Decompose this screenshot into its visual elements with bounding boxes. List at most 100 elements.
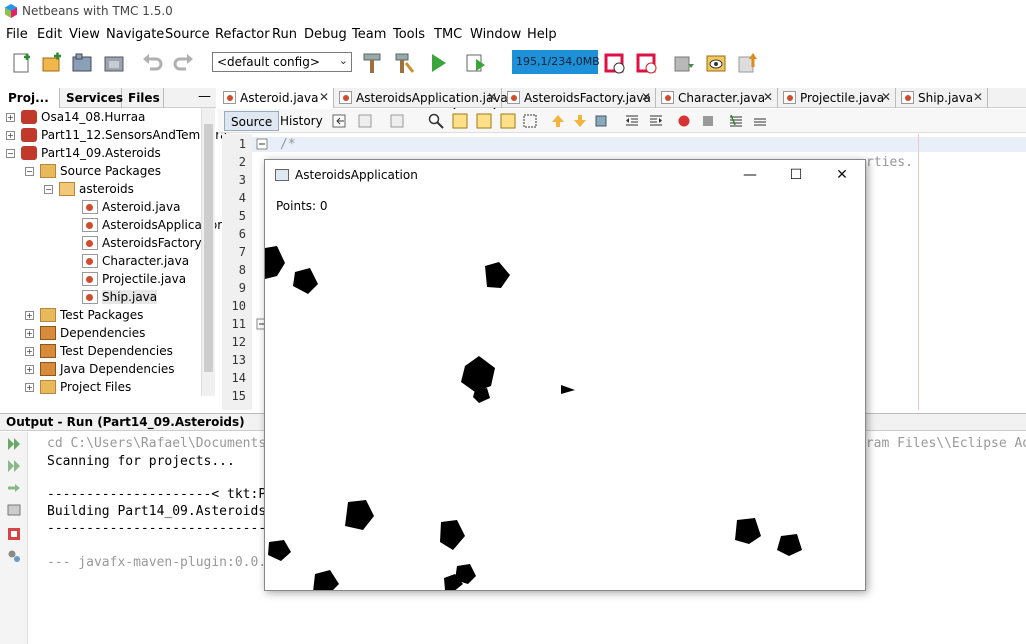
menu-debug[interactable]: Debug	[304, 27, 347, 42]
gears-icon[interactable]	[7, 549, 21, 563]
tree-item-projectile-java[interactable]: Projectile.java	[82, 270, 186, 288]
collapse-icon[interactable]: −	[6, 148, 15, 158]
expand-icon[interactable]: +	[25, 310, 34, 320]
tmc-upload-icon[interactable]	[736, 51, 760, 75]
shift-left-icon[interactable]	[624, 113, 640, 129]
menu-refactor[interactable]: Refactor	[215, 27, 270, 42]
uncomment-icon[interactable]	[752, 113, 768, 129]
comment-icon[interactable]	[728, 113, 744, 129]
menu-source[interactable]: Source	[165, 27, 210, 42]
game-window-titlebar[interactable]: AsteroidsApplication — ☐ ✕	[265, 160, 865, 190]
tree-item-java-dependencies[interactable]: + Java Dependencies	[25, 360, 175, 378]
tab-asteroidsapplication-java[interactable]: AsteroidsApplication.java ✕	[334, 88, 508, 108]
tab-files[interactable]: Files	[122, 88, 164, 108]
close-tab-icon[interactable]: ✕	[641, 90, 651, 104]
new-project-icon[interactable]	[40, 51, 64, 75]
redo-icon[interactable]	[172, 51, 196, 75]
tab-projects[interactable]: Proj...	[2, 88, 60, 108]
tree-item-part11-12[interactable]: + Part11_12.SensorsAndTempera	[6, 126, 228, 144]
undo-icon[interactable]	[140, 51, 164, 75]
expand-icon[interactable]: +	[25, 346, 34, 356]
forward-icon[interactable]	[390, 113, 406, 129]
toggle-bookmark-icon[interactable]	[594, 113, 610, 129]
tree-item-asteroids-package[interactable]: − asteroids	[44, 180, 134, 198]
menu-help[interactable]: Help	[527, 27, 557, 42]
tree-item-test-packages[interactable]: + Test Packages	[25, 306, 143, 324]
prev-bookmark-icon[interactable]	[550, 113, 566, 129]
config-select[interactable]: <default config> ⌄	[212, 52, 352, 72]
close-tab-icon[interactable]: ✕	[487, 90, 497, 104]
menu-view[interactable]: View	[69, 27, 100, 42]
memory-usage-indicator[interactable]: 195,1/234,0MB	[512, 50, 600, 74]
expand-icon[interactable]: +	[6, 130, 15, 140]
last-edit-icon[interactable]	[332, 113, 348, 129]
menu-navigate[interactable]: Navigate	[106, 27, 164, 42]
tab-projectile-java[interactable]: Projectile.java ✕	[778, 88, 896, 108]
find-icon[interactable]	[428, 113, 444, 129]
stop-icon[interactable]	[7, 527, 21, 541]
shift-right-icon[interactable]	[648, 113, 664, 129]
tmc-test-icon[interactable]	[602, 51, 626, 75]
next-bookmark-icon[interactable]	[572, 113, 588, 129]
expand-icon[interactable]: +	[25, 364, 34, 374]
minimize-button[interactable]: —	[727, 160, 773, 190]
close-tab-icon[interactable]: ✕	[763, 90, 773, 104]
toggle-highlight-icon[interactable]	[500, 113, 516, 129]
new-file-icon[interactable]	[10, 51, 34, 75]
open-project-icon[interactable]	[70, 51, 94, 75]
rerun-icon[interactable]	[7, 437, 21, 451]
menu-team[interactable]: Team	[352, 27, 386, 42]
tab-asteroidsfactory-java[interactable]: AsteroidsFactory.java ✕	[502, 88, 656, 108]
tab-services[interactable]: Services	[60, 88, 123, 108]
settings-icon[interactable]	[7, 503, 21, 517]
rerun-with-params-icon[interactable]	[7, 459, 21, 473]
debug-icon[interactable]	[464, 51, 488, 75]
menu-window[interactable]: Window	[470, 27, 521, 42]
rect-selection-icon[interactable]	[522, 113, 538, 129]
tmc-preview-icon[interactable]	[704, 51, 728, 75]
tree-item-source-packages[interactable]: − Source Packages	[25, 162, 161, 180]
tree-item-asteroidsfactory-java[interactable]: AsteroidsFactory.ja	[82, 234, 214, 252]
close-tab-icon[interactable]: ✕	[881, 90, 891, 104]
close-tab-icon[interactable]: ✕	[319, 90, 329, 104]
menu-run[interactable]: Run	[272, 27, 297, 42]
tree-scrollbar[interactable]	[201, 108, 215, 396]
tab-ship-java[interactable]: Ship.java ✕	[896, 88, 988, 108]
start-macro-icon[interactable]	[676, 113, 692, 129]
tree-item-dependencies[interactable]: + Dependencies	[25, 324, 145, 342]
stop-macro-icon[interactable]	[700, 113, 716, 129]
maximize-button[interactable]: ☐	[773, 160, 819, 190]
tab-character-java[interactable]: Character.java ✕	[656, 88, 778, 108]
menu-edit[interactable]: Edit	[37, 27, 62, 42]
close-button[interactable]: ✕	[819, 160, 865, 190]
asteroids-app-window[interactable]: AsteroidsApplication — ☐ ✕ Points: 0	[264, 159, 866, 591]
tree-item-test-dependencies[interactable]: + Test Dependencies	[25, 342, 173, 360]
tree-item-project-files[interactable]: + Project Files	[25, 378, 131, 396]
close-tab-icon[interactable]: ✕	[973, 90, 983, 104]
tree-item-part14-09[interactable]: − Part14_09.Asteroids	[6, 144, 161, 162]
menu-tools[interactable]: Tools	[393, 27, 425, 42]
find-previous-icon[interactable]	[452, 113, 468, 129]
tree-item-ship-java[interactable]: Ship.java	[82, 288, 158, 306]
tab-asteroid-java[interactable]: Asteroid.java ✕	[218, 88, 334, 108]
collapse-icon[interactable]: −	[25, 166, 34, 176]
build-hammer-icon[interactable]	[360, 51, 384, 75]
redo-arrow-icon[interactable]	[7, 481, 21, 495]
game-canvas[interactable]	[265, 190, 865, 590]
menu-tmc[interactable]: TMC	[434, 27, 462, 42]
tree-item-osa14-08[interactable]: + Osa14_08.Hurraa	[6, 108, 145, 126]
tree-item-asteroid-java[interactable]: Asteroid.java	[82, 198, 180, 216]
fold-icon[interactable]	[256, 138, 268, 150]
run-icon[interactable]	[426, 51, 450, 75]
expand-icon[interactable]: +	[25, 328, 34, 338]
close-project-icon[interactable]	[102, 51, 126, 75]
tmc-submit-icon[interactable]	[634, 51, 658, 75]
tmc-download-icon[interactable]	[672, 51, 696, 75]
menu-file[interactable]: File	[6, 27, 28, 42]
expand-icon[interactable]: +	[25, 382, 34, 392]
tree-item-character-java[interactable]: Character.java	[82, 252, 189, 270]
minimize-panel-icon[interactable]: —	[198, 89, 211, 104]
collapse-icon[interactable]: −	[44, 184, 53, 194]
history-view-button[interactable]: History	[274, 111, 329, 131]
scrollbar-thumb[interactable]	[204, 124, 213, 372]
